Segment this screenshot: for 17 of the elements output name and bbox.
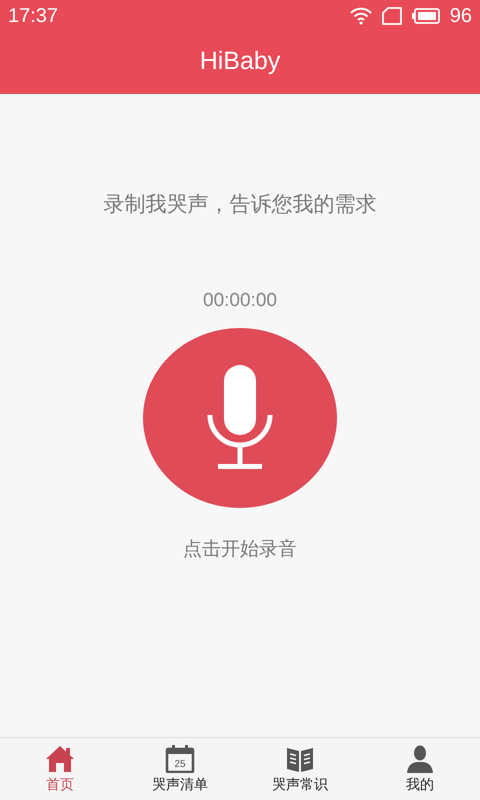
house-icon	[45, 744, 75, 772]
prompt-text: 录制我哭声，告诉您我的需求	[104, 191, 376, 218]
timer: 00:00:00	[203, 290, 277, 312]
microphone-icon	[206, 365, 274, 471]
battery-icon	[412, 8, 440, 24]
battery-level: 96	[450, 4, 472, 28]
sim-card-icon	[382, 7, 402, 25]
status-time: 17:37	[8, 4, 58, 28]
person-icon	[405, 744, 435, 772]
app-title: HiBaby	[200, 46, 280, 76]
tab[interactable]: 25 哭声清单	[120, 738, 240, 800]
wifi-icon	[350, 7, 372, 25]
record-hint: 点击开始录音	[183, 537, 297, 562]
calendar-icon: 25	[165, 744, 195, 772]
tab[interactable]: 首页	[0, 738, 120, 800]
tab[interactable]: 哭声常识	[240, 738, 360, 800]
tab[interactable]: 我的	[360, 738, 480, 800]
